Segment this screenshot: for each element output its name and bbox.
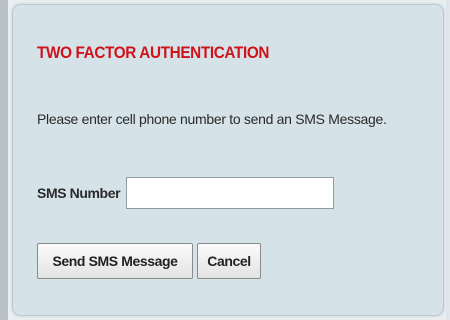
window-frame: TWO FACTOR AUTHENTICATION Please enter c…	[0, 0, 450, 320]
sms-number-input[interactable]	[126, 177, 335, 209]
right-border	[446, 0, 450, 320]
sms-number-label: SMS Number	[37, 185, 121, 201]
left-border	[0, 0, 8, 320]
two-factor-dialog: TWO FACTOR AUTHENTICATION Please enter c…	[12, 4, 444, 316]
sms-number-row: SMS Number	[37, 177, 335, 209]
cancel-button[interactable]: Cancel	[197, 243, 261, 279]
dialog-description: Please enter cell phone number to send a…	[37, 111, 387, 127]
dialog-title: TWO FACTOR AUTHENTICATION	[37, 43, 270, 62]
send-sms-button[interactable]: Send SMS Message	[37, 243, 193, 279]
button-row: Send SMS Message Cancel	[37, 243, 261, 279]
